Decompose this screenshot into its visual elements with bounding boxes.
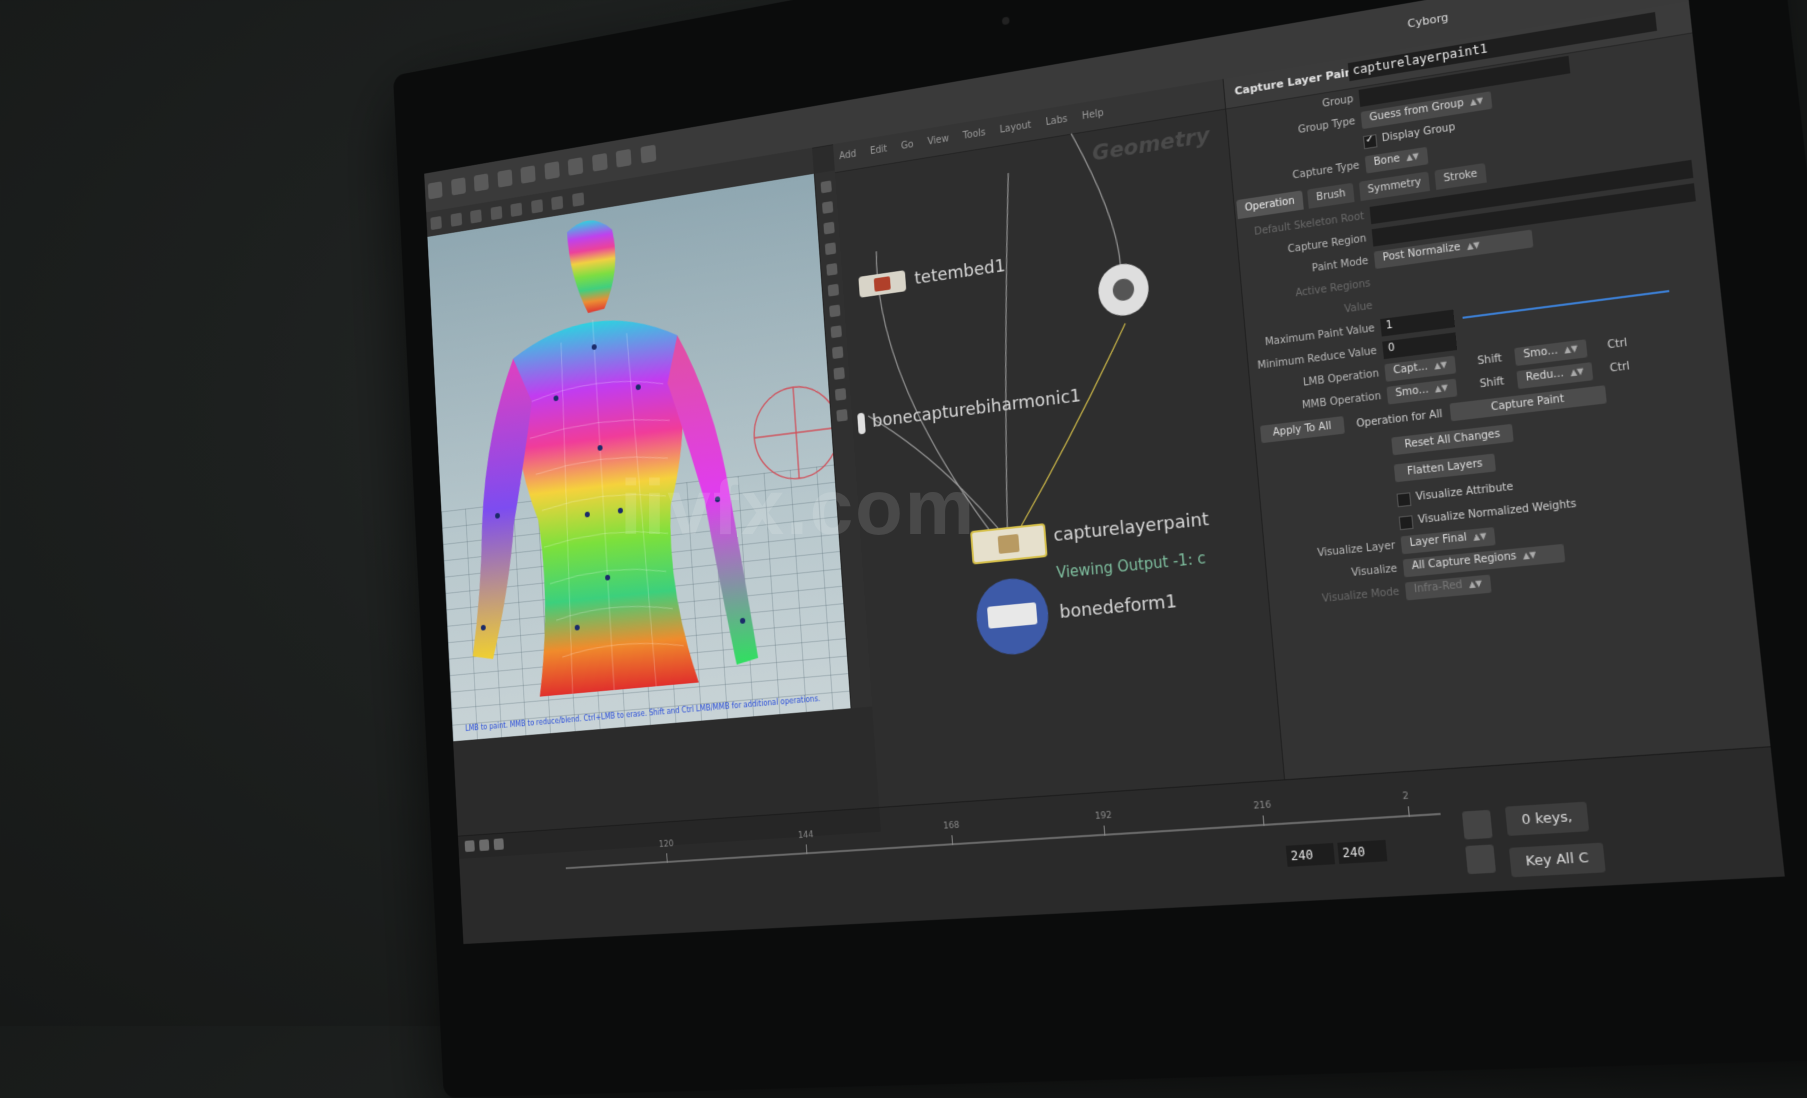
view-tool-icon[interactable]: [470, 209, 482, 224]
shelf-tool-icon[interactable]: [591, 153, 608, 172]
brush-icon: [997, 533, 1020, 554]
display-option-icon[interactable]: [827, 283, 840, 297]
shelf-tool-icon[interactable]: [473, 173, 489, 192]
node-icon: [873, 276, 891, 292]
node-bonecapture[interactable]: [857, 412, 866, 435]
visualize-normalized-checkbox[interactable]: [1398, 515, 1414, 531]
node-icon: [1112, 277, 1135, 303]
step-icon[interactable]: [479, 839, 490, 852]
view-tool-icon[interactable]: [530, 199, 543, 214]
view-tool-icon[interactable]: [490, 206, 502, 221]
shelf-tool-icon[interactable]: [497, 169, 513, 188]
display-option-icon[interactable]: [833, 367, 845, 380]
desktop-label[interactable]: Cyborg: [1407, 11, 1449, 31]
watermark: iivfx.com: [620, 463, 977, 551]
display-option-icon[interactable]: [834, 387, 847, 401]
shelf-tool-icon[interactable]: [520, 165, 536, 184]
view-tool-icon[interactable]: [551, 195, 564, 211]
shelf-tool-icon[interactable]: [615, 148, 632, 168]
display-option-icon[interactable]: [820, 180, 832, 194]
keys-count-button[interactable]: 0 keys,: [1504, 801, 1590, 836]
display-option-icon[interactable]: [826, 262, 838, 276]
display-option-icon[interactable]: [836, 408, 848, 422]
scene-viewport[interactable]: LMB to paint. MMB to reduce/blend. Ctrl+…: [427, 173, 851, 742]
display-option-icon[interactable]: [829, 304, 841, 318]
display-option-icon[interactable]: [823, 221, 835, 235]
end-frame-field-2[interactable]: 240: [1337, 839, 1388, 864]
visualize-attribute-checkbox[interactable]: [1396, 492, 1412, 508]
channel-icon[interactable]: [1465, 844, 1497, 875]
webcam: [1001, 16, 1010, 26]
display-option-icon[interactable]: [821, 201, 834, 214]
character-mesh[interactable]: [427, 174, 850, 742]
view-tool-icon[interactable]: [430, 215, 442, 231]
end-frame-field[interactable]: 240: [1285, 842, 1336, 867]
shelf-tool-icon[interactable]: [427, 181, 443, 200]
view-tool-icon[interactable]: [510, 202, 523, 217]
visualize-mode-menu[interactable]: Infra-Red ▲▼: [1404, 574, 1492, 601]
display-option-icon[interactable]: [830, 325, 842, 339]
display-option-icon[interactable]: [832, 346, 844, 359]
display-option-icon[interactable]: [824, 242, 837, 256]
monitor-bezel: Cyborg LMB to paint. MMB to reduce/blend…: [392, 0, 1807, 1098]
network-editor[interactable]: Add Edit Go View Tools Layout Labs Help …: [833, 79, 1285, 807]
view-tool-icon[interactable]: [450, 212, 462, 227]
tab-brush[interactable]: Brush: [1307, 182, 1355, 209]
tab-operation[interactable]: Operation: [1236, 190, 1304, 220]
view-tool-icon[interactable]: [571, 192, 584, 207]
shelf-tool-icon[interactable]: [567, 157, 584, 176]
display-group-checkbox[interactable]: [1362, 134, 1378, 150]
node-wires: [833, 79, 1284, 807]
keyframe-icon[interactable]: [1461, 809, 1493, 840]
end-icon[interactable]: [493, 838, 504, 851]
shelf-tool-icon[interactable]: [640, 144, 656, 164]
tab-stroke[interactable]: Stroke: [1434, 162, 1487, 190]
key-all-channels-button[interactable]: Key All C: [1508, 842, 1606, 878]
play-icon[interactable]: [464, 840, 475, 853]
shelf-tool-icon[interactable]: [543, 161, 560, 180]
shelf-tool-icon[interactable]: [450, 177, 466, 196]
parameter-panel: Capture Layer Paint capturelayerpaint1 G…: [1222, 0, 1772, 780]
node-icon: [987, 602, 1038, 629]
